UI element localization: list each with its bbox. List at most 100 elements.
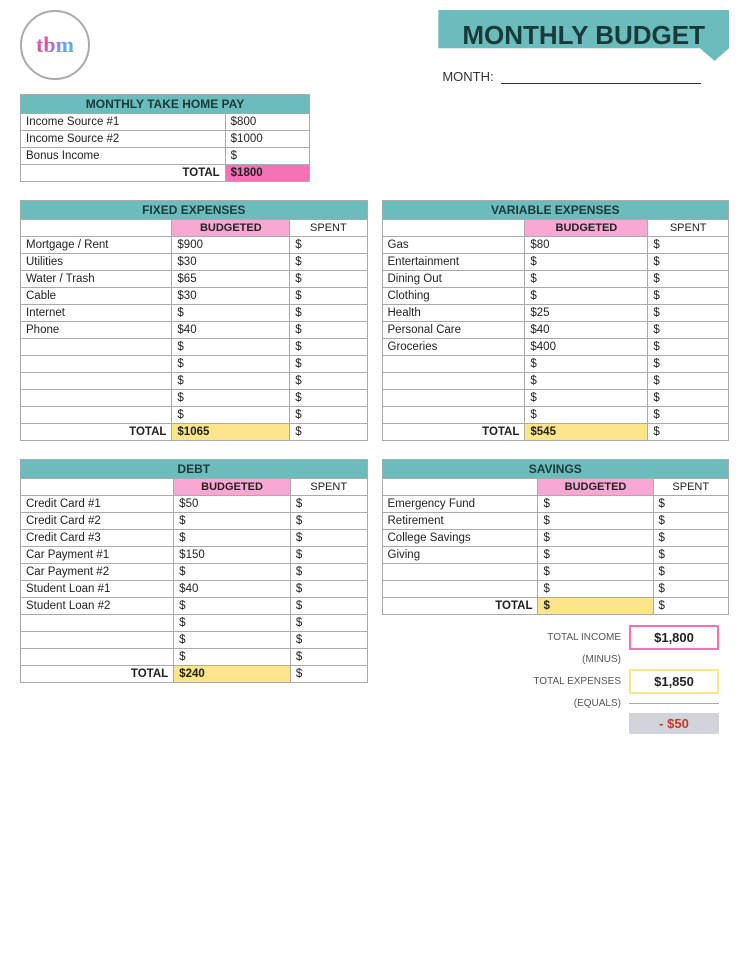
fixed-spent-3[interactable]: $ <box>290 288 367 305</box>
income-source-2-value[interactable]: $1000 <box>225 131 309 148</box>
variable-spent-5[interactable]: $ <box>648 322 729 339</box>
fixed-total-budgeted[interactable]: $1065 <box>172 424 290 441</box>
variable-spent-10[interactable]: $ <box>648 407 729 424</box>
total-income-row: TOTAL INCOME $1,800 <box>511 625 719 650</box>
fixed-spent-8[interactable]: $ <box>290 373 367 390</box>
debt-spent-9[interactable]: $ <box>290 649 367 666</box>
savings-budgeted-0[interactable]: $ <box>538 496 653 513</box>
variable-spent-3[interactable]: $ <box>648 288 729 305</box>
debt-spent-3[interactable]: $ <box>290 547 367 564</box>
variable-spent-2[interactable]: $ <box>648 271 729 288</box>
variable-budgeted-4[interactable]: $25 <box>525 305 648 322</box>
fixed-spent-9[interactable]: $ <box>290 390 367 407</box>
take-home-total-value[interactable]: $1800 <box>225 165 309 182</box>
fixed-spent-4[interactable]: $ <box>290 305 367 322</box>
savings-budgeted-4[interactable]: $ <box>538 564 653 581</box>
fixed-label-0: Mortgage / Rent <box>21 237 172 254</box>
variable-budgeted-3[interactable]: $ <box>525 288 648 305</box>
fixed-budgeted-0[interactable]: $900 <box>172 237 290 254</box>
fixed-spent-2[interactable]: $ <box>290 271 367 288</box>
total-expenses-value[interactable]: $1,850 <box>629 669 719 694</box>
debt-budgeted-0[interactable]: $50 <box>174 496 291 513</box>
fixed-budgeted-3[interactable]: $30 <box>172 288 290 305</box>
income-source-1-value[interactable]: $800 <box>225 114 309 131</box>
fixed-spent-6[interactable]: $ <box>290 339 367 356</box>
fixed-budgeted-8[interactable]: $ <box>172 373 290 390</box>
debt-spent-7[interactable]: $ <box>290 615 367 632</box>
fixed-budgeted-6[interactable]: $ <box>172 339 290 356</box>
savings-budgeted-2[interactable]: $ <box>538 530 653 547</box>
variable-total-budgeted[interactable]: $545 <box>525 424 648 441</box>
savings-budgeted-3[interactable]: $ <box>538 547 653 564</box>
debt-label-2: Credit Card #3 <box>21 530 174 547</box>
fixed-label-1: Utilities <box>21 254 172 271</box>
debt-budgeted-7[interactable]: $ <box>174 615 291 632</box>
take-home-total-row: TOTAL $1800 <box>21 165 310 182</box>
fixed-budgeted-1[interactable]: $30 <box>172 254 290 271</box>
savings-spent-3[interactable]: $ <box>653 547 728 564</box>
savings-spent-2[interactable]: $ <box>653 530 728 547</box>
savings-spent-4[interactable]: $ <box>653 564 728 581</box>
savings-budgeted-5[interactable]: $ <box>538 581 653 598</box>
debt-spent-6[interactable]: $ <box>290 598 367 615</box>
variable-spent-0[interactable]: $ <box>648 237 729 254</box>
variable-budgeted-5[interactable]: $40 <box>525 322 648 339</box>
variable-budgeted-8[interactable]: $ <box>525 373 648 390</box>
savings-total-spent[interactable]: $ <box>653 598 728 615</box>
debt-spent-5[interactable]: $ <box>290 581 367 598</box>
variable-budgeted-9[interactable]: $ <box>525 390 648 407</box>
savings-label-5 <box>382 581 538 598</box>
debt-budgeted-5[interactable]: $40 <box>174 581 291 598</box>
debt-total-spent[interactable]: $ <box>290 666 367 683</box>
savings-spent-0[interactable]: $ <box>653 496 728 513</box>
fixed-spent-0[interactable]: $ <box>290 237 367 254</box>
debt-spent-1[interactable]: $ <box>290 513 367 530</box>
variable-budgeted-2[interactable]: $ <box>525 271 648 288</box>
fixed-spent-1[interactable]: $ <box>290 254 367 271</box>
debt-budgeted-4[interactable]: $ <box>174 564 291 581</box>
fixed-total-spent[interactable]: $ <box>290 424 367 441</box>
variable-total-spent[interactable]: $ <box>648 424 729 441</box>
variable-spent-1[interactable]: $ <box>648 254 729 271</box>
savings-spent-1[interactable]: $ <box>653 513 728 530</box>
fixed-spent-7[interactable]: $ <box>290 356 367 373</box>
fixed-budgeted-10[interactable]: $ <box>172 407 290 424</box>
income-source-2-label: Income Source #2 <box>21 131 226 148</box>
variable-spent-8[interactable]: $ <box>648 373 729 390</box>
savings-row-1: Retirement $ $ <box>382 513 729 530</box>
debt-spent-4[interactable]: $ <box>290 564 367 581</box>
variable-budgeted-1[interactable]: $ <box>525 254 648 271</box>
fixed-spent-5[interactable]: $ <box>290 322 367 339</box>
fixed-budgeted-7[interactable]: $ <box>172 356 290 373</box>
variable-budgeted-0[interactable]: $80 <box>525 237 648 254</box>
debt-budgeted-8[interactable]: $ <box>174 632 291 649</box>
variable-spent-6[interactable]: $ <box>648 339 729 356</box>
debt-budgeted-2[interactable]: $ <box>174 530 291 547</box>
debt-spent-8[interactable]: $ <box>290 632 367 649</box>
variable-label-1: Entertainment <box>382 254 525 271</box>
variable-spent-4[interactable]: $ <box>648 305 729 322</box>
bonus-income-value[interactable]: $ <box>225 148 309 165</box>
debt-budgeted-9[interactable]: $ <box>174 649 291 666</box>
debt-budgeted-3[interactable]: $150 <box>174 547 291 564</box>
debt-spent-0[interactable]: $ <box>290 496 367 513</box>
variable-row-0: Gas $80 $ <box>382 237 729 254</box>
variable-spent-9[interactable]: $ <box>648 390 729 407</box>
fixed-spent-10[interactable]: $ <box>290 407 367 424</box>
savings-total-budgeted[interactable]: $ <box>538 598 653 615</box>
debt-budgeted-1[interactable]: $ <box>174 513 291 530</box>
debt-budgeted-6[interactable]: $ <box>174 598 291 615</box>
total-income-value[interactable]: $1,800 <box>629 625 719 650</box>
variable-budgeted-7[interactable]: $ <box>525 356 648 373</box>
savings-budgeted-1[interactable]: $ <box>538 513 653 530</box>
savings-spent-5[interactable]: $ <box>653 581 728 598</box>
variable-budgeted-6[interactable]: $400 <box>525 339 648 356</box>
fixed-budgeted-2[interactable]: $65 <box>172 271 290 288</box>
fixed-budgeted-9[interactable]: $ <box>172 390 290 407</box>
debt-total-budgeted[interactable]: $240 <box>174 666 291 683</box>
variable-spent-7[interactable]: $ <box>648 356 729 373</box>
fixed-budgeted-4[interactable]: $ <box>172 305 290 322</box>
fixed-budgeted-5[interactable]: $40 <box>172 322 290 339</box>
variable-budgeted-10[interactable]: $ <box>525 407 648 424</box>
debt-spent-2[interactable]: $ <box>290 530 367 547</box>
